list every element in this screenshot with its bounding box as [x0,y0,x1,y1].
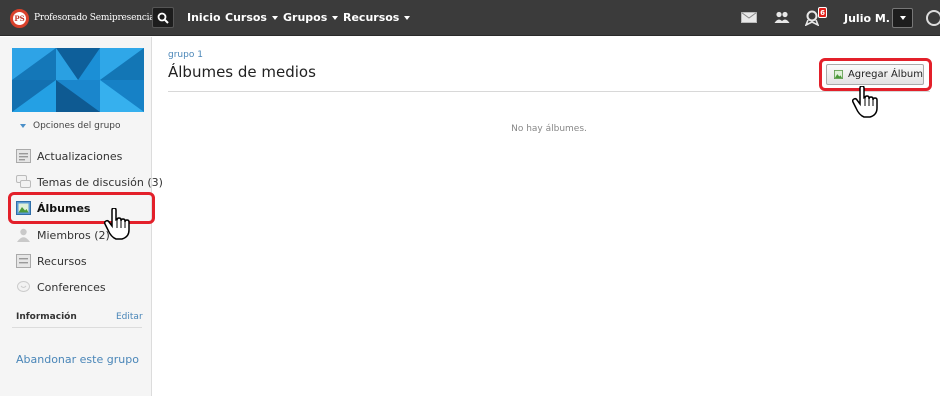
site-logo[interactable]: PS Profesorado Semipresencial [10,7,157,29]
top-navigation-bar: PS Profesorado Semipresencial Inicio Cur… [0,0,940,36]
notification-count-badge: 6 [818,7,827,18]
page-title: Álbumes de medios [168,63,316,81]
nav-inicio[interactable]: Inicio [187,11,221,24]
sidebar-item-resources[interactable]: Recursos [16,254,87,268]
site-name: Profesorado Semipresencial [34,13,158,23]
leave-group-link[interactable]: Abandonar este grupo [16,353,139,366]
mail-icon[interactable] [741,12,757,23]
hand-cursor-icon [104,208,130,240]
chevron-down-icon [404,16,411,20]
info-edit-link[interactable]: Editar [116,312,143,322]
chevron-down-icon [271,16,278,20]
user-menu-button[interactable] [892,8,913,28]
breadcrumb[interactable]: grupo 1 [168,50,203,60]
notifications-icon[interactable] [805,10,819,26]
search-icon [157,12,169,24]
sidebar-item-updates[interactable]: Actualizaciones [16,149,122,163]
hand-cursor-icon [852,86,878,118]
caret-down-icon [20,123,26,128]
friends-icon[interactable] [774,11,790,24]
empty-albums-message: No hay álbumes. [511,124,587,134]
chevron-down-icon [899,16,906,20]
updates-icon [16,149,31,163]
resources-icon [16,254,31,268]
info-heading: Información [16,312,77,322]
conferences-icon [17,281,30,292]
sidebar-item-members[interactable]: Miembros (2) [16,228,110,242]
clock-icon[interactable] [926,10,940,26]
sidebar-item-conferences[interactable]: Conferences [16,280,106,294]
title-divider [168,91,930,92]
info-divider [12,327,142,328]
sidebar-item-discussions[interactable]: Temas de discusión (3) [16,175,163,189]
nav-grupos[interactable]: Grupos [283,11,339,24]
chevron-down-icon [332,16,339,20]
nav-recursos[interactable]: Recursos [343,11,411,24]
search-button[interactable] [152,7,174,28]
logo-badge: PS [10,8,29,28]
group-banner-image [12,48,144,112]
albums-highlight-box [8,192,155,224]
members-icon [17,228,30,242]
nav-cursos[interactable]: Cursos [225,11,278,24]
discussion-icon [16,175,31,188]
user-name[interactable]: Julio M. [844,12,890,25]
group-options-toggle[interactable]: Opciones del grupo [20,121,121,131]
